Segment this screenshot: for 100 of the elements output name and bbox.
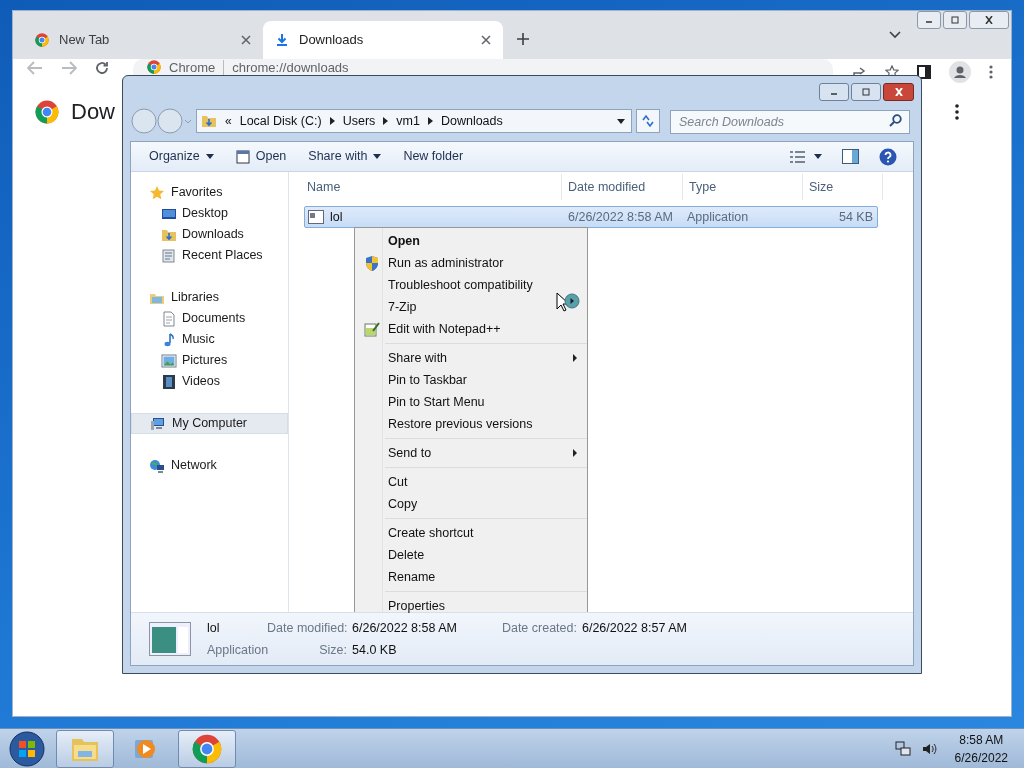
- minimize-button[interactable]: [819, 82, 849, 101]
- menu-item[interactable]: Send to: [355, 442, 587, 464]
- search-icon[interactable]: [889, 114, 902, 127]
- more-options-icon[interactable]: [955, 103, 959, 120]
- breadcrumb-arrow-icon[interactable]: [427, 117, 433, 125]
- menu-item[interactable]: Create shortcut: [355, 522, 587, 544]
- menu-item[interactable]: 7-Zip: [355, 296, 587, 318]
- folder-icon: [201, 113, 217, 129]
- browser-tab[interactable]: New Tab: [23, 21, 263, 59]
- breadcrumb-arrow-icon[interactable]: [329, 117, 335, 125]
- profile-avatar-icon[interactable]: [949, 61, 971, 83]
- new-tab-icon[interactable]: [517, 33, 529, 45]
- maximize-icon: [861, 87, 871, 96]
- menu-item[interactable]: Edit with Notepad++: [355, 318, 587, 340]
- menu-item[interactable]: Cut: [355, 471, 587, 493]
- close-icon: [984, 16, 994, 24]
- toolbar-button[interactable]: Share with: [300, 144, 390, 169]
- close-button[interactable]: [969, 11, 1009, 29]
- taskbar-button[interactable]: [56, 729, 114, 768]
- menu-item[interactable]: Restore previous versions: [355, 413, 587, 435]
- views-button[interactable]: [790, 150, 822, 163]
- menu-item[interactable]: Open: [355, 230, 587, 252]
- application-icon: [308, 210, 324, 224]
- help-icon[interactable]: [879, 147, 897, 166]
- nav-item[interactable]: Videos: [131, 371, 288, 392]
- download-icon: [275, 33, 289, 47]
- details-name: lol: [207, 619, 221, 637]
- chevron-down-icon[interactable]: [889, 31, 901, 39]
- breadcrumb-arrow-icon[interactable]: [383, 117, 389, 125]
- search-field[interactable]: Search Downloads: [670, 110, 910, 134]
- toolbar-button[interactable]: Organize: [141, 144, 222, 169]
- menu-item[interactable]: Share with: [355, 347, 587, 369]
- details-value: 6/26/2022 8:58 AM: [352, 619, 457, 637]
- menu-item[interactable]: Run as administrator: [355, 252, 587, 274]
- page-title: Dow: [71, 98, 115, 126]
- file-type: Application: [686, 208, 750, 226]
- refresh-icon: [641, 114, 655, 128]
- column-header[interactable]: Size: [803, 174, 883, 200]
- chrome-logo-icon: [192, 733, 222, 764]
- close-icon[interactable]: [481, 35, 491, 45]
- pictures-icon: [161, 352, 177, 369]
- history-caret-icon: [617, 118, 625, 124]
- reload-icon[interactable]: [95, 61, 109, 75]
- network-icon: [149, 457, 165, 474]
- nav-item[interactable]: Pictures: [131, 350, 288, 371]
- close-button[interactable]: [883, 82, 914, 101]
- details-label: Size:: [318, 641, 347, 659]
- breadcrumb-item[interactable]: Users: [342, 111, 376, 131]
- side-panel-icon[interactable]: [917, 65, 931, 79]
- overflow-chevron[interactable]: «: [225, 112, 232, 130]
- refresh-button[interactable]: [636, 109, 660, 133]
- menu-item[interactable]: Rename: [355, 566, 587, 588]
- menu-item[interactable]: Troubleshoot compatibility: [355, 274, 587, 296]
- preview-pane-icon[interactable]: [842, 149, 859, 164]
- nav-item[interactable]: Documents: [131, 308, 288, 329]
- nav-item[interactable]: Recent Places: [131, 245, 288, 266]
- toolbar-button[interactable]: Open: [227, 144, 295, 169]
- menu-item[interactable]: Pin to Start Menu: [355, 391, 587, 413]
- maximize-icon: [950, 16, 960, 24]
- network-icon[interactable]: [894, 740, 911, 757]
- details-value: 6/26/2022 8:57 AM: [581, 619, 687, 637]
- details-label: Date created:: [500, 619, 577, 637]
- menu-icon[interactable]: [989, 65, 993, 79]
- dropdown-caret-icon: [814, 154, 822, 159]
- nav-item[interactable]: Downloads: [131, 224, 288, 245]
- taskbar-button[interactable]: [178, 729, 236, 768]
- details-type: Application: [207, 641, 267, 659]
- nav-item[interactable]: Network: [131, 455, 288, 476]
- breadcrumb-item[interactable]: Local Disk (C:): [239, 111, 322, 131]
- maximize-button[interactable]: [943, 11, 967, 29]
- document-icon: [161, 310, 177, 327]
- breadcrumb-item[interactable]: Downloads: [440, 111, 503, 131]
- nav-item[interactable]: My Computer: [131, 413, 288, 434]
- column-header[interactable]: Name: [289, 174, 562, 200]
- chrome-logo-icon: [35, 33, 49, 47]
- breadcrumb-item[interactable]: vm1: [396, 111, 420, 131]
- menu-item[interactable]: Pin to Taskbar: [355, 369, 587, 391]
- address-bar[interactable]: « Local Disk (C:) Users vm1 Downloads: [196, 109, 632, 133]
- menu-item[interactable]: Properties: [355, 595, 587, 617]
- file-row[interactable]: lol 6/26/2022 8:58 AM Application 54 KB: [304, 206, 878, 228]
- nav-item[interactable]: Libraries: [131, 287, 288, 308]
- column-header[interactable]: Type: [683, 174, 803, 200]
- clock[interactable]: 8:58 AM 6/26/2022: [946, 730, 1016, 767]
- shield-icon: [363, 254, 380, 272]
- window-icon: [235, 149, 250, 164]
- column-header[interactable]: Date modified: [562, 174, 683, 200]
- menu-item[interactable]: Copy: [355, 493, 587, 515]
- close-icon: [893, 87, 904, 96]
- browser-tab[interactable]: Downloads: [263, 21, 503, 59]
- toolbar-button[interactable]: New folder: [395, 144, 472, 169]
- nav-item[interactable]: Favorites: [131, 182, 288, 203]
- nav-item[interactable]: Desktop: [131, 203, 288, 224]
- menu-item[interactable]: Delete: [355, 544, 587, 566]
- start-button[interactable]: [8, 729, 46, 768]
- dropdown-caret-icon: [373, 154, 382, 159]
- minimize-button[interactable]: [917, 11, 941, 29]
- computer-icon: [150, 415, 166, 432]
- file-size: 54 KB: [837, 208, 874, 226]
- close-icon[interactable]: [241, 35, 251, 45]
- nav-item[interactable]: Music: [131, 329, 288, 350]
